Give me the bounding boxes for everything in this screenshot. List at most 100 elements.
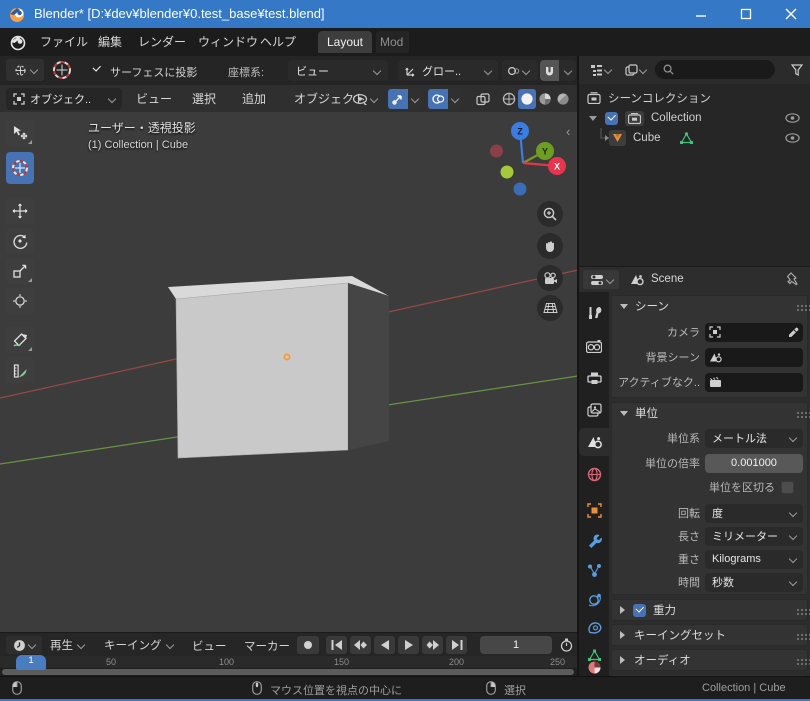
- tool-annotate[interactable]: [6, 327, 34, 353]
- camera-field[interactable]: [705, 323, 803, 342]
- timeline-menu-playback[interactable]: 再生: [50, 636, 84, 654]
- tab-output[interactable]: [579, 366, 609, 390]
- minimize-button[interactable]: [686, 4, 716, 24]
- cursor-tool-icon[interactable]: [50, 59, 74, 81]
- timeline-menu-keying[interactable]: キーイング: [104, 636, 173, 654]
- properties-editor-type-dropdown[interactable]: [583, 270, 619, 289]
- collection-checkbox[interactable]: [605, 112, 618, 125]
- tab-world[interactable]: [579, 462, 609, 486]
- shading-wireframe-button[interactable]: [500, 89, 518, 109]
- timeline-scrollbar[interactable]: [0, 668, 578, 676]
- expand-arrow-icon[interactable]: [589, 116, 597, 121]
- mode-selector[interactable]: オブジェク..: [6, 88, 122, 110]
- workspace-tab-modeling[interactable]: Mod: [376, 31, 409, 53]
- app-menu-logo-icon[interactable]: [8, 32, 28, 52]
- viewport-menu-add[interactable]: 追加: [236, 88, 272, 110]
- gizmos-dropdown[interactable]: [408, 89, 422, 109]
- shading-rendered-button[interactable]: [554, 89, 572, 109]
- audio-panel[interactable]: オーディオ: [611, 649, 808, 671]
- menu-help[interactable]: ヘルプ: [254, 31, 302, 53]
- gizmos-toggle[interactable]: [388, 89, 408, 109]
- unit-scale-slider[interactable]: 0.001000: [705, 454, 803, 473]
- tool-scale[interactable]: [6, 258, 34, 284]
- jump-to-end-button[interactable]: [446, 636, 467, 654]
- outliner-row-cube[interactable]: Cube: [579, 128, 810, 148]
- tab-tool[interactable]: [579, 300, 609, 324]
- next-keyframe-button[interactable]: [422, 636, 443, 654]
- sidebar-collapse-chevron[interactable]: ‹: [566, 124, 570, 139]
- background-scene-field[interactable]: [705, 348, 803, 367]
- menu-edit[interactable]: 編集: [92, 31, 128, 53]
- viewport-menu-select[interactable]: 選択: [186, 88, 222, 110]
- shading-material-button[interactable]: [536, 89, 554, 109]
- tab-render[interactable]: [579, 334, 609, 358]
- timeline-menu-view[interactable]: ビュー: [192, 638, 227, 654]
- eyedropper-icon[interactable]: [788, 327, 799, 338]
- tool-move[interactable]: [6, 198, 34, 224]
- workspace-tab-layout[interactable]: Layout: [318, 31, 372, 53]
- outliner-search-field[interactable]: [655, 60, 775, 79]
- tool-rotate[interactable]: [6, 228, 34, 254]
- menu-render[interactable]: レンダー: [132, 31, 192, 53]
- jump-to-start-button[interactable]: [326, 636, 347, 654]
- camera-view-button[interactable]: [537, 265, 563, 291]
- panel-grip[interactable]: [797, 412, 799, 414]
- overlays-toggle[interactable]: [428, 89, 448, 109]
- auto-keying-stopwatch-button[interactable]: [556, 636, 576, 654]
- unit-system-dropdown[interactable]: メートル法: [705, 429, 803, 448]
- collection-name[interactable]: Collection: [651, 112, 785, 124]
- rotation-dropdown[interactable]: 度: [705, 504, 803, 523]
- play-reverse-button[interactable]: [374, 636, 395, 654]
- navigation-gizmo[interactable]: Z Y X: [490, 115, 574, 207]
- visibility-eye-icon[interactable]: [785, 113, 800, 123]
- timeline-menu-marker[interactable]: マーカー: [244, 638, 290, 654]
- zoom-button[interactable]: [537, 201, 563, 227]
- cube-name[interactable]: Cube: [633, 132, 661, 144]
- outliner-filter-dropdown[interactable]: [619, 60, 651, 80]
- tab-constraints[interactable]: [579, 615, 609, 639]
- tab-modifiers[interactable]: [579, 528, 609, 552]
- transform-orientation-dropdown[interactable]: グロー..: [398, 60, 498, 81]
- viewport-3d[interactable]: ユーザー・透視投影 (1) Collection | Cube: [0, 112, 578, 632]
- tool-transform[interactable]: [6, 288, 34, 314]
- viewport-menu-view[interactable]: ビュー: [130, 88, 178, 110]
- xray-toggle[interactable]: [472, 89, 494, 109]
- active-tool-dropdown[interactable]: [6, 59, 44, 81]
- panel-grip[interactable]: [797, 609, 799, 611]
- record-button[interactable]: [297, 636, 319, 654]
- tab-view-layer[interactable]: [579, 398, 609, 422]
- keying-sets-panel[interactable]: キーイングセット: [611, 624, 808, 646]
- pin-icon[interactable]: [786, 272, 799, 286]
- tab-material[interactable]: [579, 660, 609, 676]
- current-frame-field[interactable]: 1: [480, 636, 552, 654]
- separate-units-checkbox[interactable]: [781, 481, 794, 494]
- orthographic-grid-button[interactable]: [537, 295, 563, 321]
- panel-grip[interactable]: [797, 634, 799, 636]
- tab-object[interactable]: [579, 498, 609, 522]
- panel-grip[interactable]: [797, 305, 799, 307]
- close-button[interactable]: [776, 4, 806, 24]
- outliner-filter-funnel-icon[interactable]: [787, 60, 807, 80]
- prev-keyframe-button[interactable]: [350, 636, 371, 654]
- playhead-marker[interactable]: 1: [16, 655, 46, 670]
- outliner-row-collection[interactable]: Collection: [579, 108, 810, 128]
- snap-settings-dropdown[interactable]: [559, 60, 576, 81]
- play-button[interactable]: [398, 636, 419, 654]
- overlays-dropdown[interactable]: [448, 89, 462, 109]
- tab-particles[interactable]: [579, 558, 609, 582]
- time-dropdown[interactable]: 秒数: [705, 573, 803, 592]
- tool-cursor[interactable]: [6, 152, 34, 184]
- menu-file[interactable]: ファイル: [34, 31, 94, 53]
- pan-hand-button[interactable]: [537, 233, 563, 259]
- gravity-checkbox[interactable]: [633, 604, 646, 617]
- panel-grip[interactable]: [797, 659, 799, 661]
- timeline-editor-type-dropdown[interactable]: [6, 636, 42, 654]
- outliner-row-scene-collection[interactable]: シーンコレクション: [579, 88, 810, 108]
- visibility-dropdown[interactable]: [352, 89, 386, 109]
- snap-toggle-button[interactable]: [540, 60, 559, 81]
- pivot-point-dropdown[interactable]: [502, 60, 538, 81]
- maximize-button[interactable]: [731, 4, 761, 24]
- gravity-panel[interactable]: 重力: [611, 599, 808, 621]
- timeline-scrollbar-thumb[interactable]: [2, 669, 574, 675]
- tab-physics[interactable]: [579, 587, 609, 611]
